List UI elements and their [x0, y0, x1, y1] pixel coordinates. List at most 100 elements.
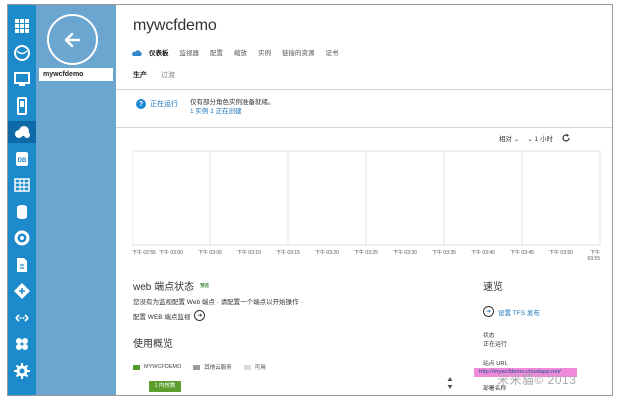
- page-title: mywcfdemo: [133, 17, 217, 34]
- visual-studio-online-icon: [14, 283, 30, 299]
- status-heading: 状态: [483, 333, 495, 339]
- service-bus-icon: [17, 257, 27, 272]
- chart-x-tick-label: 下午 03:25: [354, 249, 378, 256]
- legend-swatch: [243, 364, 251, 370]
- rail-networks[interactable]: [8, 307, 36, 329]
- instances-link[interactable]: 1 实例 1 正在创建: [190, 107, 275, 116]
- tab-scale[interactable]: 缩放: [234, 47, 247, 57]
- status-value: 正在运行: [483, 342, 508, 348]
- all-items-icon: [15, 19, 29, 33]
- legend-swatch: [133, 364, 140, 370]
- site-url-heading: 站点 URL: [483, 361, 508, 367]
- rail-cloud-services[interactable]: [8, 121, 36, 143]
- metric-select[interactable]: 相对 ⌄: [499, 133, 519, 143]
- back-arrow-icon: [64, 32, 80, 47]
- virtual-machines-icon: [14, 72, 30, 86]
- legend-swatch: [193, 364, 201, 370]
- cloud-service-icon: [132, 49, 142, 56]
- chart-x-tick-label: 下午 03:05: [198, 249, 222, 256]
- storage-icon: [14, 178, 30, 192]
- sql-databases-icon: DB: [16, 151, 28, 166]
- env-production[interactable]: 生产: [133, 70, 147, 80]
- rail-visual-studio-online[interactable]: [8, 280, 36, 302]
- tab-configure[interactable]: 配置: [210, 47, 223, 57]
- web-endpoint-text: 您没有为监视配置 Web 端点 · 请配置一个端点以开始操作 ·: [133, 299, 303, 306]
- chevron-down-icon: ⌄: [513, 136, 520, 143]
- arrow-right-icon: ➜: [483, 306, 494, 317]
- tab-monitor[interactable]: 监视器: [180, 47, 200, 57]
- environment-switcher: 生产 过渡: [133, 70, 175, 80]
- rail-media-services[interactable]: [8, 227, 36, 249]
- quick-glance-title: 速览: [483, 282, 503, 293]
- chart-x-tick-label: 下午 03:15: [276, 249, 300, 256]
- refresh-icon[interactable]: [561, 133, 571, 143]
- divider: [116, 127, 612, 128]
- rail-service-bus[interactable]: [8, 254, 36, 276]
- cloud-services-icon: [15, 126, 30, 138]
- monitor-chart: 下午 02:55 下午 03:00 下午 03:05 下午 03:10 下午 03:15…: [132, 150, 601, 262]
- media-services-icon: [14, 230, 30, 246]
- preview-badge: 预览: [200, 282, 210, 288]
- chart-x-tick-label: 下午 03:35: [432, 249, 456, 256]
- status-message-text: 仅有部分角色实例准备就绪。: [190, 99, 275, 106]
- chart-controls: 相对 ⌄ ⌄ 1 小时: [499, 133, 571, 143]
- configure-web-endpoint-link[interactable]: 配置 WEB 端点监视 ➜: [133, 310, 206, 321]
- time-range-value: 1 小时: [534, 136, 553, 143]
- traffic-manager-icon: [16, 338, 28, 350]
- rail-sql-databases[interactable]: DB: [8, 148, 36, 170]
- left-nav-rail: DB: [8, 5, 36, 395]
- rail-hdinsight[interactable]: [8, 201, 36, 223]
- status-message: 仅有部分角色实例准备就绪。 1 实例 1 正在创建: [190, 98, 275, 116]
- legend-item: 其他云服务: [193, 363, 232, 371]
- rail-settings[interactable]: [8, 360, 36, 382]
- service-list-item[interactable]: mywcfdemo: [39, 68, 113, 81]
- chart-x-tick-label: 下午 03:55: [587, 249, 600, 262]
- chart-x-tick-label: 下午 03:50: [549, 249, 573, 256]
- usage-legend: MYWCFDEMO 其他云服务 可用: [133, 363, 278, 371]
- setup-tfs-label: 设置 TFS 发布: [498, 309, 540, 317]
- networks-icon: [15, 313, 29, 322]
- legend-label: MYWCFDEMO: [144, 364, 182, 370]
- portal-window: DB mywcfdemo mywcfdemo 仪表板 监视器 配置 缩放 实例 …: [7, 4, 613, 396]
- env-staging[interactable]: 过渡: [161, 70, 175, 80]
- tab-linked-resources[interactable]: 链接的资源: [282, 47, 315, 57]
- chart-x-tick-label: 下午 03:20: [315, 249, 339, 256]
- legend-label: 可用: [254, 365, 266, 371]
- watermark: 米米貓© 2013: [497, 373, 577, 387]
- chart-x-tick-label: 下午 03:30: [393, 249, 417, 256]
- tab-certificates[interactable]: 证书: [326, 47, 339, 57]
- tab-dashboard[interactable]: 仪表板: [149, 47, 169, 57]
- rail-mobile-services[interactable]: [8, 95, 36, 117]
- tab-instances[interactable]: 实例: [258, 47, 271, 57]
- service-list-panel: mywcfdemo: [36, 5, 116, 395]
- hdinsight-icon: [17, 204, 27, 219]
- legend-label: 其他云服务: [204, 365, 232, 371]
- chart-x-tick-label: 下午 03:00: [159, 249, 183, 256]
- chevron-down-icon: ⌄: [527, 136, 533, 143]
- main-content: mywcfdemo 仪表板 监视器 配置 缩放 实例 链接的资源 证书 生产 过…: [116, 5, 612, 395]
- svg-text:DB: DB: [18, 158, 27, 164]
- rail-traffic-manager[interactable]: [8, 333, 36, 355]
- websites-icon: [14, 44, 30, 61]
- chart-x-tick-label: 下午 03:10: [237, 249, 261, 256]
- back-button[interactable]: [47, 14, 98, 65]
- configure-web-endpoint-label: 配置 WEB 端点监视: [133, 313, 191, 321]
- cores-usage-bar: 1 内核数: [149, 381, 181, 392]
- divider: [116, 89, 612, 90]
- status-indicator: ? 正在运行: [136, 99, 178, 109]
- setup-tfs-link[interactable]: ➜ 设置 TFS 发布: [483, 306, 540, 317]
- rail-storage[interactable]: [8, 174, 36, 196]
- rail-virtual-machines[interactable]: [8, 68, 36, 90]
- web-endpoint-heading: web 端点状态 预览: [133, 278, 209, 293]
- mobile-services-icon: [17, 96, 27, 115]
- metric-select-value: 相对: [499, 136, 512, 143]
- scroll-arrows[interactable]: [447, 376, 453, 390]
- help-icon[interactable]: ?: [136, 99, 146, 109]
- rail-websites[interactable]: [8, 42, 36, 64]
- tab-bar: 仪表板 监视器 配置 缩放 实例 链接的资源 证书: [131, 47, 350, 57]
- time-range-select[interactable]: ⌄ 1 小时: [527, 133, 553, 143]
- chart-x-tick-label: 下午 02:55: [132, 249, 156, 256]
- settings-icon: [14, 362, 30, 379]
- legend-item: MYWCFDEMO: [133, 364, 181, 370]
- rail-all-items[interactable]: [8, 15, 36, 37]
